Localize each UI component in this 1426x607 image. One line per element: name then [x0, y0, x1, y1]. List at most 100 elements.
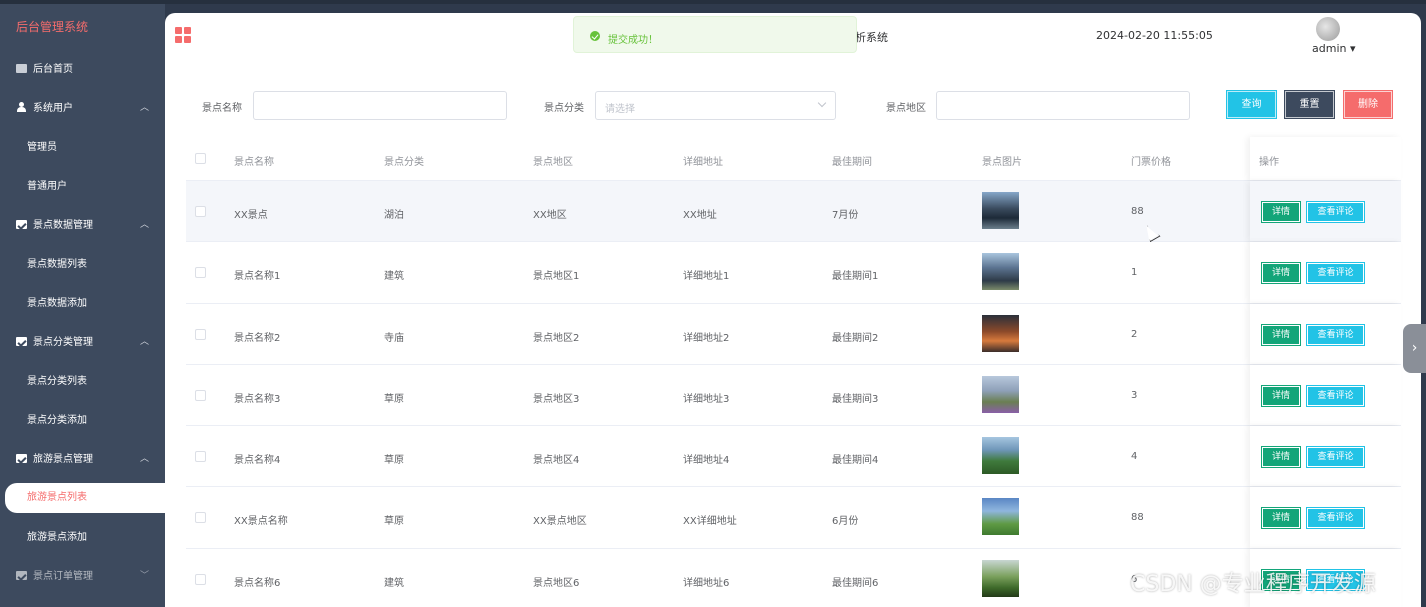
view-reviews-button[interactable]: 查看评论 [1306, 446, 1365, 469]
user-menu[interactable]: admin ▾ [1312, 42, 1356, 55]
sidebar-item-tour-spots[interactable]: 旅游景点管理 ︿ [0, 440, 165, 479]
chevron-up-icon: ︿ [139, 103, 149, 113]
sidebar-item-home[interactable]: 后台首页 [0, 50, 165, 89]
actions-cell: 详情 查看评论 [1250, 181, 1401, 242]
row-checkbox[interactable] [195, 573, 206, 585]
spot-image[interactable] [982, 375, 1019, 413]
window-top-strip [0, 0, 1426, 4]
grid-menu-icon[interactable] [175, 27, 191, 43]
cell-name: 景点名称3 [234, 393, 281, 405]
select-all-checkbox[interactable] [195, 153, 206, 164]
sidebar-item-label: 后台首页 [33, 64, 73, 75]
cell-category: 建筑 [384, 271, 404, 283]
chart-icon [16, 336, 27, 346]
col-category: 景点分类 [384, 157, 424, 168]
view-reviews-button[interactable]: 查看评论 [1306, 201, 1365, 223]
chevron-right-icon[interactable]: › [1403, 324, 1426, 373]
monitor-icon [16, 63, 27, 73]
detail-button[interactable]: 详情 [1261, 507, 1301, 530]
name-input[interactable] [253, 91, 507, 120]
sidebar-item-label: 系统用户 [33, 103, 73, 114]
view-reviews-button[interactable]: 查看评论 [1306, 323, 1365, 346]
view-reviews-button[interactable]: 查看评论 [1306, 384, 1365, 407]
row-checkbox[interactable] [195, 512, 206, 524]
detail-button[interactable]: 详情 [1261, 201, 1301, 223]
view-reviews-button[interactable]: 查看评论 [1306, 262, 1365, 285]
cell-price: 4 [1131, 451, 1138, 463]
main-panel: 析系统 2024-02-20 11:55:05 admin ▾ 提交成功！ 景点… [165, 13, 1421, 607]
sidebar-subitem-spot-data-list[interactable]: 景点数据列表 [0, 245, 165, 284]
table-row[interactable]: 景点名称4 草原 景点地区4 详细地址4 最佳期间4 4 详情 查看评论 [186, 426, 1401, 488]
cell-price: 88 [1131, 512, 1144, 524]
query-button[interactable]: 查询 [1226, 90, 1277, 119]
spot-image[interactable] [982, 559, 1019, 597]
delete-button[interactable]: 删除 [1343, 90, 1393, 119]
region-label: 景点地区 [886, 103, 926, 114]
sidebar-subitem-category-add[interactable]: 景点分类添加 [0, 401, 165, 440]
col-region: 景点地区 [533, 157, 573, 168]
row-checkbox[interactable] [195, 267, 206, 279]
cell-name: XX景点名称 [234, 516, 288, 528]
col-actions-header: 操作 [1250, 137, 1401, 180]
spot-image[interactable] [982, 498, 1019, 536]
spots-table: 景点名称 景点分类 景点地区 详细地址 最佳期间 景点图片 门票价格 操作 XX… [186, 137, 1401, 607]
sidebar: 后台管理系统 后台首页 系统用户 ︿ 管理员 普通用户 景点数据管理 ︿ 景点数… [0, 4, 165, 607]
current-datetime: 2024-02-20 11:55:05 [1096, 29, 1213, 42]
spot-image[interactable] [982, 437, 1019, 475]
chart-icon [16, 219, 27, 229]
cell-address: 详细地址4 [683, 455, 730, 467]
sidebar-subitem-tour-spot-add[interactable]: 旅游景点添加 [0, 518, 165, 557]
cell-region: 景点地区4 [533, 455, 580, 467]
sidebar-item-label: 景点订单管理 [33, 571, 93, 582]
col-actions: 操作 [1259, 157, 1279, 168]
row-checkbox[interactable] [195, 328, 206, 340]
sidebar-subitem-category-list[interactable]: 景点分类列表 [0, 362, 165, 401]
spot-image[interactable] [982, 314, 1019, 352]
cell-period: 最佳期间6 [832, 577, 879, 589]
sidebar-subitem-tour-spot-list[interactable]: 旅游景点列表 [5, 483, 165, 513]
brand-title: 后台管理系统 [16, 20, 89, 34]
category-select[interactable]: 请选择 [595, 91, 836, 120]
sidebar-item-orders[interactable]: 景点订单管理 ﹀ [0, 557, 165, 596]
view-reviews-button[interactable]: 查看评论 [1306, 507, 1365, 530]
toast-message: 提交成功！ [608, 35, 658, 46]
table-row[interactable]: 景点名称3 草原 景点地区3 详细地址3 最佳期间3 3 详情 查看评论 [186, 364, 1401, 427]
row-checkbox[interactable] [195, 389, 206, 401]
detail-button[interactable]: 详情 [1261, 384, 1301, 407]
cell-region: XX景点地区 [533, 516, 587, 528]
region-input[interactable] [936, 91, 1190, 120]
detail-button[interactable]: 详情 [1261, 262, 1301, 285]
name-label: 景点名称 [202, 103, 242, 114]
row-checkbox[interactable] [195, 451, 206, 463]
table-row[interactable]: XX景点名称 草原 XX景点地区 XX详细地址 6月份 88 详情 查看评论 [186, 487, 1401, 549]
system-title: 析系统 [855, 31, 888, 44]
sidebar-subitem-normal-user[interactable]: 普通用户 [0, 167, 165, 206]
sidebar-item-spot-category[interactable]: 景点分类管理 ︿ [0, 323, 165, 362]
cell-period: 最佳期间4 [832, 455, 879, 467]
cell-period: 7月份 [832, 210, 859, 221]
sidebar-subitem-spot-data-add[interactable]: 景点数据添加 [0, 284, 165, 323]
cell-name: 景点名称1 [234, 271, 281, 283]
spot-image[interactable] [982, 192, 1019, 229]
caret-down-icon: ▾ [1349, 42, 1356, 55]
detail-button[interactable]: 详情 [1261, 446, 1301, 469]
avatar[interactable] [1316, 17, 1340, 41]
cell-address: XX地址 [683, 210, 717, 221]
detail-button[interactable]: 详情 [1261, 323, 1301, 346]
sidebar-subitem-admin[interactable]: 管理员 [0, 128, 165, 167]
chart-icon [16, 453, 27, 463]
watermark: CSDN @专业程序开发源 [1130, 572, 1376, 597]
reset-button[interactable]: 重置 [1284, 90, 1335, 119]
sidebar-item-label: 景点分类管理 [33, 337, 93, 348]
category-placeholder: 请选择 [605, 104, 635, 115]
spot-image[interactable] [982, 253, 1019, 291]
sidebar-item-system-users[interactable]: 系统用户 ︿ [0, 89, 165, 128]
success-toast: 提交成功！ [573, 16, 857, 53]
chevron-down-icon [817, 98, 827, 108]
row-checkbox[interactable] [195, 206, 206, 217]
cell-address: 详细地址6 [683, 577, 730, 589]
table-row[interactable]: 景点名称2 寺庙 景点地区2 详细地址2 最佳期间2 2 详情 查看评论 [186, 303, 1401, 365]
table-row[interactable]: XX景点 湖泊 XX地区 XX地址 7月份 88 详情 查看评论 [186, 181, 1401, 243]
table-row[interactable]: 景点名称1 建筑 景点地区1 详细地址1 最佳期间1 1 详情 查看评论 [186, 242, 1401, 304]
sidebar-item-spot-data[interactable]: 景点数据管理 ︿ [0, 206, 165, 245]
